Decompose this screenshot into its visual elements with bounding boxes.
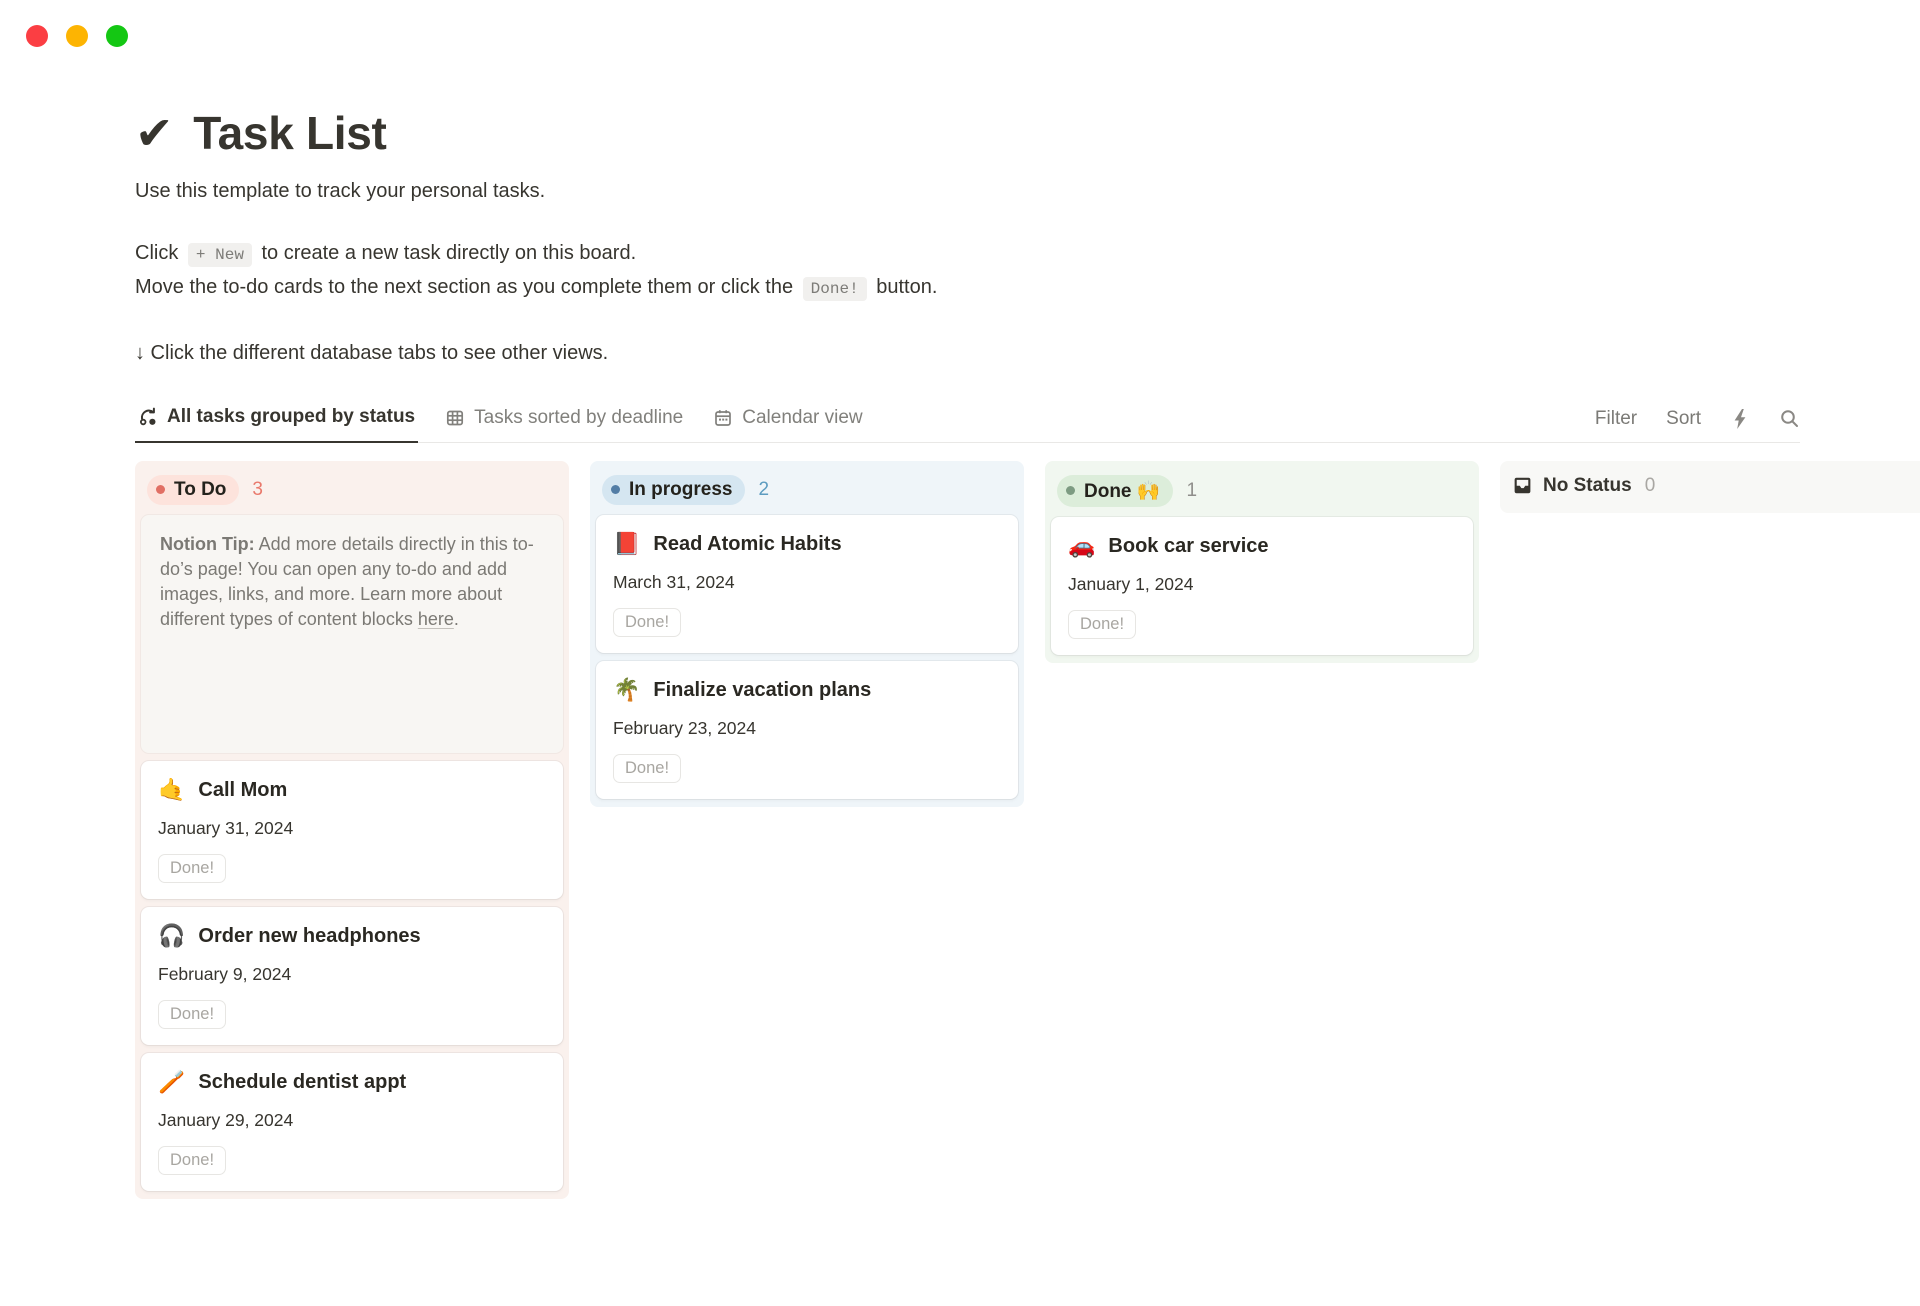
card-due-date: January 1, 2024: [1068, 574, 1456, 595]
page-subtitle: Use this template to track your personal…: [135, 178, 1920, 204]
done-button[interactable]: Done!: [1068, 610, 1136, 639]
lightning-icon[interactable]: [1730, 408, 1750, 430]
filter-button[interactable]: Filter: [1595, 408, 1637, 430]
palm-tree-emoji-icon: 🌴: [613, 678, 640, 702]
tab-tasks-sorted-by-deadline[interactable]: Tasks sorted by deadline: [442, 399, 686, 442]
instruction-1-pre: Click: [135, 242, 178, 264]
tab-label: Tasks sorted by deadline: [474, 407, 683, 429]
task-card-book-car-service[interactable]: 🚗 Book car service January 1, 2024 Done!: [1051, 517, 1473, 655]
column-done: Done 🙌 1 🚗 Book car service January 1, 2…: [1045, 461, 1479, 663]
done-button[interactable]: Done!: [158, 1146, 226, 1175]
column-count: 2: [758, 479, 769, 501]
inbox-tray-icon: [1512, 475, 1533, 496]
tab-label: All tasks grouped by status: [167, 406, 415, 428]
status-pill-label: In progress: [629, 479, 732, 501]
done-button[interactable]: Done!: [613, 608, 681, 637]
done-button[interactable]: Done!: [158, 854, 226, 883]
column-done-header: Done 🙌 1: [1051, 467, 1473, 517]
task-card-call-mom[interactable]: 🤙 Call Mom January 31, 2024 Done!: [141, 761, 563, 899]
card-due-date: March 31, 2024: [613, 572, 1001, 593]
window-controls: [26, 25, 128, 47]
instruction-1-post: to create a new task directly on this bo…: [261, 242, 636, 264]
column-count: 1: [1186, 480, 1197, 502]
status-pill-done[interactable]: Done 🙌: [1057, 475, 1173, 507]
card-title-text: Finalize vacation plans: [653, 678, 871, 702]
card-due-date: January 29, 2024: [158, 1110, 546, 1131]
task-card-finalize-vacation-plans[interactable]: 🌴 Finalize vacation plans February 23, 2…: [596, 661, 1018, 799]
card-title-row: 📕 Read Atomic Habits: [613, 532, 1001, 556]
notion-tip-card[interactable]: Notion Tip: Add more details directly in…: [141, 515, 563, 753]
task-card-order-new-headphones[interactable]: 🎧 Order new headphones February 9, 2024 …: [141, 907, 563, 1045]
card-title-row: 🎧 Order new headphones: [158, 924, 546, 948]
card-due-date: February 9, 2024: [158, 964, 546, 985]
status-pill-in-progress[interactable]: In progress: [602, 475, 745, 505]
toothbrush-emoji-icon: 🪥: [158, 1070, 185, 1094]
view-toolbar: Filter Sort: [1595, 408, 1800, 442]
red-book-emoji-icon: 📕: [613, 532, 640, 556]
task-card-read-atomic-habits[interactable]: 📕 Read Atomic Habits March 31, 2024 Done…: [596, 515, 1018, 653]
column-count: 0: [1645, 475, 1656, 497]
instruction-line-2: Move the to-do cards to the next section…: [135, 272, 1920, 304]
status-pill-to-do[interactable]: To Do: [147, 475, 239, 505]
card-title-row: 🚗 Book car service: [1068, 534, 1456, 558]
search-icon[interactable]: [1779, 408, 1800, 429]
board-status-icon: [138, 407, 158, 427]
card-title-text: Schedule dentist appt: [198, 1070, 406, 1094]
kanban-board: To Do 3 Notion Tip: Add more details dir…: [135, 461, 1920, 1199]
tab-calendar-view[interactable]: Calendar view: [710, 399, 865, 442]
column-in-progress-header: In progress 2: [596, 467, 1018, 515]
instruction-2-post: button.: [876, 276, 937, 298]
card-title-row: 🪥 Schedule dentist appt: [158, 1070, 546, 1094]
call-me-hand-emoji-icon: 🤙: [158, 778, 185, 802]
card-due-date: January 31, 2024: [158, 818, 546, 839]
instruction-line-1: Click + New to create a new task directl…: [135, 238, 1920, 270]
column-no-status: No Status 0: [1500, 461, 1920, 513]
tab-label: Calendar view: [742, 407, 862, 429]
column-count: 3: [252, 479, 263, 501]
checkmark-page-icon: ✔: [135, 106, 173, 160]
column-in-progress: In progress 2 📕 Read Atomic Habits March…: [590, 461, 1024, 807]
card-title-text: Read Atomic Habits: [653, 532, 841, 556]
column-no-status-header: No Status 0: [1506, 467, 1920, 507]
page-title: ✔ Task List: [135, 106, 1920, 160]
tip-end-text: .: [454, 609, 459, 629]
database-view-tabbar: All tasks grouped by status Tasks sorted…: [135, 398, 1800, 443]
headphone-emoji-icon: 🎧: [158, 924, 185, 948]
sort-button[interactable]: Sort: [1666, 408, 1701, 430]
tip-here-link[interactable]: here: [418, 609, 454, 629]
status-pill-label: Done 🙌: [1084, 479, 1160, 503]
card-title-row: 🌴 Finalize vacation plans: [613, 678, 1001, 702]
table-icon: [445, 408, 465, 428]
tab-all-tasks-grouped-by-status[interactable]: All tasks grouped by status: [135, 398, 418, 443]
car-emoji-icon: 🚗: [1068, 534, 1095, 558]
status-pill-label: To Do: [174, 479, 226, 501]
minimize-window-button[interactable]: [66, 25, 88, 47]
done-button[interactable]: Done!: [158, 1000, 226, 1029]
status-pill-label: No Status: [1543, 475, 1632, 497]
status-dot-red: [156, 485, 165, 494]
close-window-button[interactable]: [26, 25, 48, 47]
column-to-do: To Do 3 Notion Tip: Add more details dir…: [135, 461, 569, 1199]
status-dot-green: [1066, 486, 1075, 495]
status-dot-blue: [611, 485, 620, 494]
card-title-row: 🤙 Call Mom: [158, 778, 546, 802]
card-title-text: Call Mom: [198, 778, 287, 802]
done-button[interactable]: Done!: [613, 754, 681, 783]
instruction-2-pre: Move the to-do cards to the next section…: [135, 276, 793, 298]
calendar-icon: [713, 408, 733, 428]
page-content: ✔ Task List Use this template to track y…: [0, 106, 1920, 1199]
maximize-window-button[interactable]: [106, 25, 128, 47]
card-due-date: February 23, 2024: [613, 718, 1001, 739]
new-button-badge: + New: [188, 243, 252, 267]
page-title-text: Task List: [193, 106, 386, 160]
no-status-group-label[interactable]: No Status: [1512, 475, 1632, 497]
done-button-badge: Done!: [803, 277, 867, 301]
column-to-do-header: To Do 3: [141, 467, 563, 515]
card-title-text: Order new headphones: [198, 924, 420, 948]
task-card-schedule-dentist-appt[interactable]: 🪥 Schedule dentist appt January 29, 2024…: [141, 1053, 563, 1191]
card-title-text: Book car service: [1108, 534, 1268, 558]
tip-bold-label: Notion Tip:: [160, 534, 255, 554]
instruction-line-3: ↓ Click the different database tabs to s…: [135, 338, 1920, 368]
